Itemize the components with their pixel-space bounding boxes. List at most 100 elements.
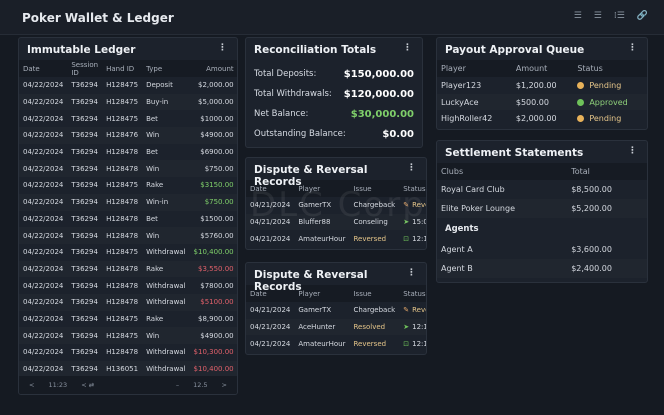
table-row[interactable]: 04/21/2024 AmateurHour Reversed ⊡12:10 xyxy=(246,335,426,352)
cell: H136051 xyxy=(102,360,143,378)
table-row[interactable]: Agent A $3,600.00 xyxy=(437,240,647,259)
cell: H128478 xyxy=(102,260,143,278)
kebab-menu-icon[interactable]: ⋮ xyxy=(407,268,416,278)
table-row[interactable]: 04/22/2024 T36294 H128475 Win $4900.00 xyxy=(19,327,237,344)
columns-icon[interactable]: ⁞☰ xyxy=(614,11,625,21)
cell: Rake xyxy=(142,260,190,278)
table-row[interactable]: 04/21/2024 AmateurHour Reversed ⊡12:10 xyxy=(246,230,426,247)
table-row[interactable]: 04/22/2024 T36294 H128478 Rake $3,550.00 xyxy=(19,260,237,278)
column-header: Type xyxy=(142,60,190,77)
cell: 04/21/2024 xyxy=(246,213,295,231)
status-icon: ✎ xyxy=(403,306,410,315)
cell: $1,200.00 xyxy=(515,80,557,90)
cell: Reversed xyxy=(353,234,387,243)
kebab-menu-icon[interactable]: ⋮ xyxy=(407,163,416,173)
cell: Chargeback xyxy=(353,306,396,315)
swap-button[interactable]: < ⇄ xyxy=(81,381,94,389)
status-dot-icon xyxy=(577,98,585,106)
table-row[interactable]: 04/21/2024GamerTXChargeback✎Reversd xyxy=(246,302,426,319)
table-row[interactable]: 04/22/2024 T36294 H128475 Bet $1000.00 xyxy=(19,110,237,127)
reconciliation-value: $0.00 xyxy=(382,128,414,140)
zoom-out-button[interactable]: – xyxy=(176,381,179,389)
table-row[interactable]: 04/22/2024 T36294 H128478 Win $5760.00 xyxy=(19,227,237,244)
table-row[interactable]: 04/22/2024 T36294 H128478 Win-in $750.00 xyxy=(19,193,237,211)
status-text: 15:00 xyxy=(412,218,426,227)
cell: H128478 xyxy=(106,148,139,157)
cell: 04/22/2024 xyxy=(19,293,68,311)
cell: $3,550.00 xyxy=(189,260,237,278)
cell: $6900.00 xyxy=(200,148,234,157)
table-row[interactable]: 04/21/2024AceHunterResolved➤12:10 xyxy=(246,318,426,336)
cell: H128475 xyxy=(106,81,139,90)
kebab-menu-icon[interactable]: ⋮ xyxy=(628,146,637,156)
cell: H128478 xyxy=(102,293,143,311)
column-header: Player xyxy=(437,60,512,77)
payout-panel: Payout Approval Queue ⋮ Player Amount Statu… xyxy=(436,37,648,130)
cell: H128475 xyxy=(106,114,139,123)
cell: Win xyxy=(142,160,190,178)
cell: 04/22/2024 xyxy=(19,227,68,244)
cell: $1000.00 xyxy=(200,114,234,123)
cell: $5760.00 xyxy=(189,227,237,244)
cell: 04/21/2024 xyxy=(246,318,295,336)
cell: T36294 xyxy=(71,314,98,323)
cell: $750.00 xyxy=(189,160,237,178)
cell: $4900.00 xyxy=(189,127,237,144)
cell: H128475 xyxy=(106,314,139,323)
link-icon[interactable]: 🔗 xyxy=(637,11,648,21)
page-number: 12.5 xyxy=(193,381,208,389)
table-row[interactable]: LuckyAce $500.00 Approved xyxy=(437,93,647,111)
cell: 04/22/2024 xyxy=(23,214,64,223)
table-row[interactable]: 04/22/2024 T36294 H136051 Withdrawal $10,400… xyxy=(19,360,237,378)
ledger-title: Immutable Ledger xyxy=(27,44,136,56)
cell: Agent B xyxy=(437,259,568,278)
cell: T36294 xyxy=(67,227,103,244)
time-label: 11:23 xyxy=(48,381,68,389)
table-row[interactable]: Agent B $2,400.00 xyxy=(437,259,647,278)
status-badge: Pending xyxy=(573,110,647,127)
cell: GamerTX xyxy=(298,306,332,315)
cell: $10,400.00 xyxy=(193,248,234,257)
table-row[interactable]: 04/22/2024 T36294 H128478 Bet $6900.00 xyxy=(19,144,237,161)
table-row[interactable]: Elite Poker Lounge $5,200.00 xyxy=(437,199,647,218)
cell: Win xyxy=(142,127,190,144)
table-row[interactable]: 04/22/2024 T36294 H128478 Bet $1500.00 xyxy=(19,211,237,228)
table-row[interactable]: 04/21/2024Bluffer88Conseling➤15:00 xyxy=(246,213,426,231)
table-row[interactable]: 04/22/2024 T36294 H128478 Withdrawal $5100.0… xyxy=(19,293,237,311)
status-text: Pending xyxy=(589,80,622,90)
table-row[interactable]: HighRoller42 $2,000.00 Pending xyxy=(437,110,647,127)
cell: Player123 xyxy=(441,80,482,90)
table-row[interactable]: 04/22/2024 T36294 H128475 Withdrawal $10,400… xyxy=(19,244,237,261)
table-row[interactable]: 04/22/2024 T36294 H128475 Rake $3150.00 xyxy=(19,177,237,194)
cell: 04/22/2024 xyxy=(19,93,68,111)
prev-page-button[interactable]: < xyxy=(29,381,34,389)
cell: T36294 xyxy=(71,181,98,190)
next-page-button[interactable]: > xyxy=(222,381,227,389)
status-cell: ✎Reversd xyxy=(399,197,426,214)
status-text: Reversd xyxy=(412,201,426,210)
table-row[interactable]: 04/22/2024 T36294 H128478 Withdrawal $7800.0… xyxy=(19,277,237,294)
list-icon[interactable]: ☰ xyxy=(574,11,582,21)
table-row[interactable]: 04/21/2024GamerTXChargeback✎Reversd xyxy=(246,197,426,214)
table-row[interactable]: 04/22/2024 T36294 H128475 Buy-in $5,000.00 xyxy=(19,93,237,111)
cell: $8,500.00 xyxy=(571,185,612,194)
table-row[interactable]: 04/22/2024 T36294 H128478 Withdrawal $10,300… xyxy=(19,344,237,361)
cell: T36294 xyxy=(67,260,103,278)
table-row[interactable]: Player123 $1,200.00 Pending xyxy=(437,77,647,94)
cell: Bet xyxy=(146,214,158,223)
cell: 04/22/2024 xyxy=(23,81,64,90)
cell: H128475 xyxy=(102,93,143,111)
ledger-table: Date Session ID Hand ID Type Amount 04/22/202… xyxy=(19,60,237,378)
cell: H128478 xyxy=(106,281,139,290)
table-row[interactable]: 04/22/2024 T36294 H128475 Deposit $2,000.00 xyxy=(19,77,237,94)
table-row[interactable]: 04/22/2024 T36294 H128478 Win $750.00 xyxy=(19,160,237,178)
kebab-menu-icon[interactable]: ⋮ xyxy=(403,43,412,53)
cell: Resolved xyxy=(349,318,400,336)
list-alt-icon[interactable]: ☰ xyxy=(594,11,602,21)
table-row[interactable]: Royal Card Club $8,500.00 xyxy=(437,180,647,199)
table-row[interactable]: 04/22/2024 T36294 H128476 Win $4900.00 xyxy=(19,127,237,144)
kebab-menu-icon[interactable]: ⋮ xyxy=(218,43,227,53)
table-row[interactable]: 04/22/2024 T36294 H128475 Rake $8,900.00 xyxy=(19,311,237,328)
reconciliation-row: Net Balance: $30,000.00 xyxy=(254,104,414,124)
kebab-menu-icon[interactable]: ⋮ xyxy=(628,43,637,53)
